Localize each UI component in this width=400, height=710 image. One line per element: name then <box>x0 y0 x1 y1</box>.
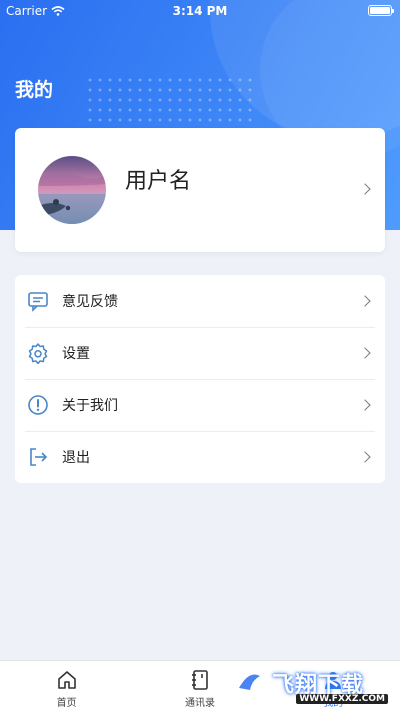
chevron-right-icon <box>359 347 371 359</box>
chevron-right-icon <box>359 399 371 411</box>
chevron-right-icon <box>359 295 371 307</box>
watermark-url: WWW.FXXZ.COM <box>296 694 388 704</box>
menu-item-label: 意见反馈 <box>62 294 118 310</box>
decorative-dot-pattern <box>85 75 255 125</box>
battery-icon <box>368 5 394 16</box>
page-title: 我的 <box>15 79 54 101</box>
avatar[interactable] <box>38 156 106 224</box>
chevron-right-icon <box>359 183 371 195</box>
status-time: 3:14 PM <box>172 4 228 18</box>
menu-item-feedback[interactable]: 意见反馈 <box>15 275 385 327</box>
logout-icon <box>30 448 48 466</box>
menu-item-label: 设置 <box>62 346 90 362</box>
tab-home[interactable]: 首页 <box>0 661 133 710</box>
menu-item-label: 退出 <box>62 450 90 466</box>
info-icon <box>28 395 48 415</box>
menu-item-label: 关于我们 <box>62 398 118 414</box>
menu-item-about[interactable]: 关于我们 <box>15 379 385 431</box>
settings-icon <box>28 343 48 364</box>
username: 用户名 <box>125 169 192 194</box>
tab-label: 首页 <box>56 698 77 709</box>
menu-item-settings[interactable]: 设置 <box>15 327 385 379</box>
menu-list: 意见反馈 设置 关于我们 退出 <box>15 275 385 483</box>
avatar-photo-icon <box>38 156 106 224</box>
contacts-icon <box>191 670 208 690</box>
menu-item-logout[interactable]: 退出 <box>15 431 385 483</box>
status-bar: Carrier 3:14 PM <box>0 0 400 22</box>
home-icon <box>57 671 76 689</box>
watermark-logo-icon <box>233 667 265 699</box>
chevron-right-icon <box>359 451 371 463</box>
watermark: 飞翔下载 WWW.FXXZ.COM <box>230 661 390 705</box>
profile-card[interactable]: 用户名 <box>15 128 385 252</box>
feedback-icon <box>28 292 48 312</box>
